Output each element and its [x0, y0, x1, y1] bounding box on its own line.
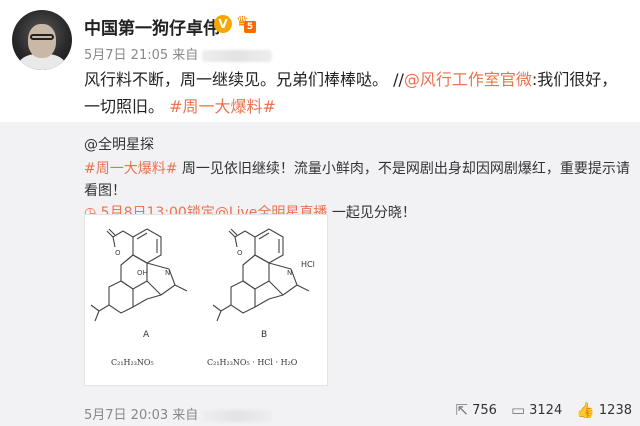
username[interactable]: 中国第一狗仔卓伟 [84, 14, 220, 39]
post-text: 风行料不断，周一继续见。兄弟们棒棒哒。 //@风行工作室官微:我们很好，一切照旧… [84, 66, 624, 120]
repost-image[interactable]: N N O O OH HCl A B C₂₁H₂₃NO₅ C₂₁H₂₃NO₅ ·… [84, 214, 328, 386]
formula-b: C₂₁H₂₃NO₅ · HCl · H₂O [207, 358, 298, 367]
mention-link[interactable]: @风行工作室官微 [404, 70, 532, 89]
thumbs-up-icon: 👍 [576, 401, 595, 419]
atom-label-o-a: O [115, 249, 121, 257]
repost-meta: 5月7日 20:03 来自 [84, 404, 273, 423]
weibo-post: 中国第一狗仔卓伟 V ♛ 5 5月7日 21:05 来自 风行料不断，周一继续见… [0, 0, 640, 426]
action-bar: ⇱ 756 ▭ 3124 👍 1238 [456, 401, 632, 419]
atom-label-o-b: O [237, 249, 243, 257]
repost-date[interactable]: 5月7日 20:03 [84, 408, 168, 423]
post-source-prefix: 来自 [172, 48, 199, 63]
verified-icon: V [214, 15, 232, 33]
atom-label-n-a: N [165, 269, 170, 277]
share-icon: ⇱ [455, 401, 469, 419]
hcl-label: HCl [301, 260, 315, 269]
chemical-structure-image: N N O O OH HCl A B C₂₁H₂₃NO₅ C₂₁H₂₃NO₅ ·… [90, 228, 315, 367]
repost-button[interactable]: ⇱ 756 [456, 401, 497, 419]
repost-count: 756 [472, 402, 497, 418]
avatar-glasses [30, 34, 54, 40]
repost-text-2: 一起见分晓！ [327, 205, 416, 221]
level-badge[interactable]: ♛ 5 [236, 14, 256, 34]
repost-hashtag[interactable]: #周一大爆料# [84, 161, 177, 177]
repost-author[interactable]: @全明星探 [84, 134, 154, 154]
atom-label-n-b: N [287, 269, 292, 277]
comment-count: 3124 [529, 402, 563, 418]
hashtag-link[interactable]: #周一大爆料# [169, 97, 276, 116]
repost-source-prefix: 来自 [172, 408, 199, 423]
level-number: 5 [244, 21, 256, 33]
repost-author-link[interactable]: @全明星探 [84, 137, 154, 153]
formula-a: C₂₁H₂₃NO₅ [111, 358, 154, 367]
avatar-face [28, 24, 56, 58]
like-button[interactable]: 👍 1238 [576, 401, 632, 419]
comment-button[interactable]: ▭ 3124 [511, 401, 562, 419]
post-text-main: 风行料不断，周一继续见。兄弟们棒棒哒。 // [84, 70, 404, 89]
repost-footer: 5月7日 20:03 来自 ⇱ 756 ▭ 3124 👍 1238 [0, 396, 640, 426]
structure-b-label: B [261, 330, 267, 340]
avatar[interactable] [12, 10, 72, 70]
post-date[interactable]: 5月7日 21:05 [84, 48, 168, 63]
structure-a-label: A [143, 330, 150, 340]
blurred-source [202, 49, 273, 62]
like-count: 1238 [598, 402, 632, 418]
post-meta: 5月7日 21:05 来自 [84, 44, 273, 63]
repost-blurred-source [202, 409, 273, 422]
comment-icon: ▭ [510, 401, 526, 419]
atom-label-oh-a: OH [137, 269, 148, 277]
repost-box: @全明星探 #周一大爆料# 周一见依旧继续！流量小鲜肉，不是网剧出身却因网剧爆红… [0, 122, 640, 396]
